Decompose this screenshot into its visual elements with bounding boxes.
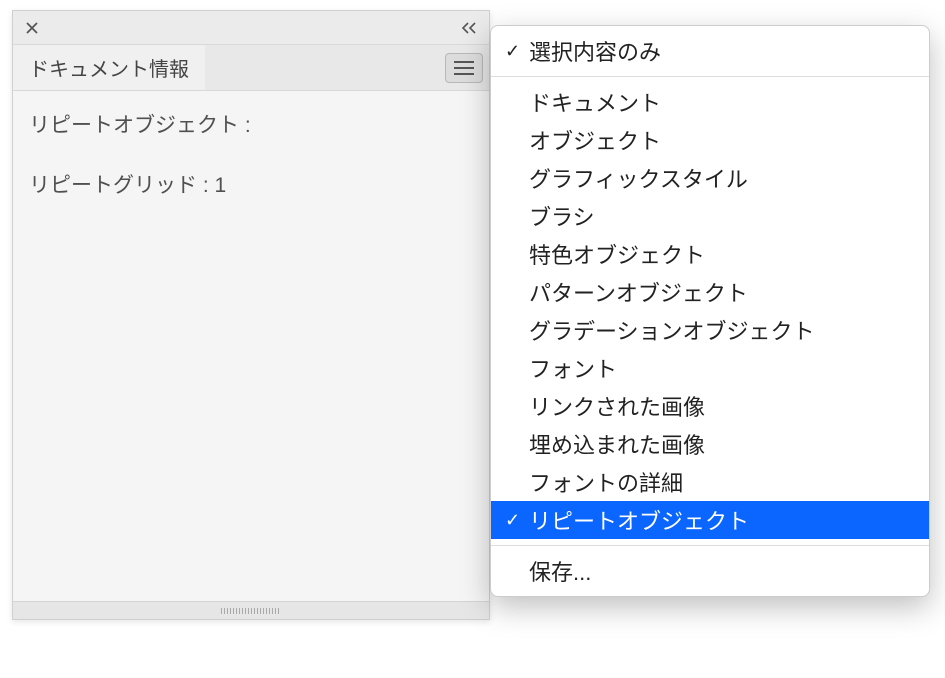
menu-item-label: 特色オブジェクト [529, 238, 705, 270]
menu-separator [491, 76, 929, 77]
menu-item[interactable]: ✓リピートオブジェクト [491, 501, 929, 539]
menu-item[interactable]: パターンオブジェクト [491, 273, 929, 311]
menu-item[interactable]: グラデーションオブジェクト [491, 311, 929, 349]
menu-item-label: フォント [529, 352, 617, 384]
check-icon: ✓ [505, 41, 529, 62]
menu-item[interactable]: 埋め込まれた画像 [491, 425, 929, 463]
panel-header [13, 11, 489, 45]
menu-item[interactable]: グラフィックスタイル [491, 159, 929, 197]
hamburger-icon [454, 73, 474, 75]
collapse-icon[interactable] [459, 19, 479, 37]
menu-item[interactable]: 保存... [491, 552, 929, 590]
tab-label: ドキュメント情報 [29, 53, 189, 82]
menu-item-label: リピートオブジェクト [529, 504, 749, 536]
hamburger-icon [454, 61, 474, 63]
menu-item-label: ドキュメント [529, 86, 661, 118]
menu-item[interactable]: フォントの詳細 [491, 463, 929, 501]
menu-item-label: フォントの詳細 [529, 466, 683, 498]
menu-item-label: 埋め込まれた画像 [529, 428, 705, 460]
menu-item-label: ブラシ [529, 200, 595, 232]
menu-item[interactable]: ✓選択内容のみ [491, 32, 929, 70]
tabs-row: ドキュメント情報 [13, 45, 489, 91]
hamburger-icon [454, 67, 474, 69]
grip-icon [221, 608, 281, 614]
menu-item[interactable]: オブジェクト [491, 121, 929, 159]
menu-item[interactable]: リンクされた画像 [491, 387, 929, 425]
menu-item-label: グラフィックスタイル [529, 162, 748, 194]
menu-item-label: 選択内容のみ [529, 35, 661, 67]
check-icon: ✓ [505, 510, 529, 531]
panel-menu-button[interactable] [445, 53, 483, 83]
menu-item[interactable]: フォント [491, 349, 929, 387]
menu-item-label: オブジェクト [529, 124, 661, 156]
menu-item-label: パターンオブジェクト [529, 276, 748, 308]
panel-options-menu: ✓選択内容のみドキュメントオブジェクトグラフィックスタイルブラシ特色オブジェクト… [490, 25, 930, 597]
menu-separator [491, 545, 929, 546]
repeat-grid-label: リピートグリッド : 1 [29, 169, 473, 199]
tab-document-info[interactable]: ドキュメント情報 [13, 45, 205, 90]
menu-item-label: グラデーションオブジェクト [529, 314, 815, 346]
menu-item-label: 保存... [529, 555, 591, 587]
repeat-object-label: リピートオブジェクト : [29, 109, 473, 139]
menu-item[interactable]: ブラシ [491, 197, 929, 235]
close-icon[interactable] [23, 19, 41, 37]
document-info-panel: ドキュメント情報 リピートオブジェクト : リピートグリッド : 1 [12, 10, 490, 620]
panel-content: リピートオブジェクト : リピートグリッド : 1 [13, 91, 489, 601]
menu-item-label: リンクされた画像 [529, 390, 705, 422]
menu-item[interactable]: ドキュメント [491, 83, 929, 121]
panel-resize-footer[interactable] [13, 601, 489, 619]
menu-item[interactable]: 特色オブジェクト [491, 235, 929, 273]
